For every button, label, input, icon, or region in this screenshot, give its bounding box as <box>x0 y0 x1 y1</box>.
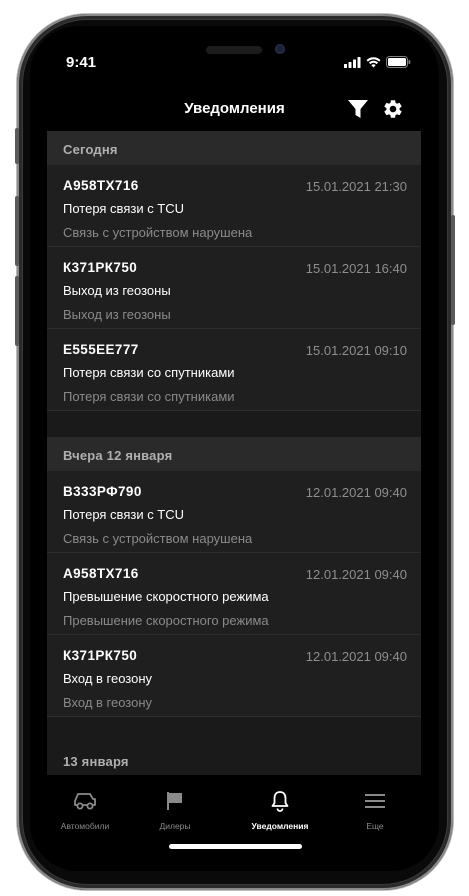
notification-date: 12.01.2021 09:40 <box>305 567 407 582</box>
section-gap <box>47 411 421 437</box>
car-icon <box>74 793 96 810</box>
volume-up-button <box>15 196 19 266</box>
tab-bar: Автомобили Дилеры Уведомления Еще <box>30 775 439 871</box>
tab-more[interactable]: Еще <box>325 789 425 831</box>
section-header: 13 января <box>47 743 421 776</box>
filter-icon <box>348 100 368 118</box>
status-bar: 9:41 <box>30 26 439 86</box>
notification-title: Потеря связи со спутниками <box>63 365 235 380</box>
tab-label: Дилеры <box>159 821 191 831</box>
section-header: Сегодня <box>47 131 421 165</box>
mute-switch <box>15 128 19 164</box>
tab-label: Еще <box>366 821 384 831</box>
notification-item[interactable]: К371РК750 15.01.2021 16:40 Выход из геоз… <box>47 247 421 329</box>
notification-description: Потеря связи со спутниками <box>63 389 235 404</box>
notification-description: Выход из геозоны <box>63 307 171 322</box>
flag-icon <box>167 792 182 810</box>
notification-description: Связь с устройством нарушена <box>63 225 253 240</box>
section-gap <box>47 717 421 743</box>
menu-icon <box>365 794 385 808</box>
front-camera <box>275 44 285 54</box>
status-time: 9:41 <box>66 54 97 71</box>
section-header: Вчера 12 января <box>47 437 421 471</box>
notification-description: Вход в геозону <box>63 695 153 710</box>
notification-date: 15.01.2021 21:30 <box>305 179 407 194</box>
notification-title: Выход из геозоны <box>63 283 171 298</box>
notification-title: Потеря связи с TCU <box>63 507 185 522</box>
notifications-list[interactable]: Сегодня А958ТХ716 15.01.2021 21:30 Потер… <box>47 131 421 776</box>
vehicle-plate: А958ТХ716 <box>63 566 139 581</box>
settings-button[interactable] <box>380 96 406 122</box>
signal-icon <box>344 56 361 68</box>
notification-date: 15.01.2021 16:40 <box>305 261 407 276</box>
notification-item[interactable]: А958ТХ716 12.01.2021 09:40 Превышение ск… <box>47 553 421 635</box>
notification-title: Потеря связи с TCU <box>63 201 185 216</box>
wifi-icon <box>366 56 381 67</box>
home-indicator[interactable] <box>169 844 302 849</box>
page-title: Уведомления <box>184 100 285 117</box>
speaker-grille <box>206 46 262 54</box>
tab-dealers[interactable]: Дилеры <box>125 789 225 831</box>
vehicle-plate: К371РК750 <box>63 648 138 663</box>
notification-item[interactable]: К371РК750 12.01.2021 09:40 Вход в геозон… <box>47 635 421 717</box>
tab-label: Уведомления <box>251 821 309 831</box>
vehicle-plate: А958ТХ716 <box>63 178 139 193</box>
notification-item[interactable]: А958ТХ716 15.01.2021 21:30 Потеря связи … <box>47 165 421 247</box>
notification-title: Вход в геозону <box>63 671 153 686</box>
power-button <box>451 215 455 325</box>
vehicle-plate: В333РФ790 <box>63 484 142 499</box>
notification-description: Связь с устройством нарушена <box>63 531 253 546</box>
screen: 9:41 Уведомления Сегодня А958ТХ716 15.01… <box>30 26 439 871</box>
notification-date: 12.01.2021 09:40 <box>305 649 407 664</box>
notification-description: Превышение скоростного режима <box>63 613 269 628</box>
notification-title: Превышение скоростного режима <box>63 589 269 604</box>
volume-down-button <box>15 276 19 346</box>
notification-date: 12.01.2021 09:40 <box>305 485 407 500</box>
tab-notifications[interactable]: Уведомления <box>230 789 330 831</box>
gear-icon <box>384 100 402 118</box>
bell-icon <box>271 791 289 812</box>
notification-date: 15.01.2021 09:10 <box>305 343 407 358</box>
filter-button[interactable] <box>345 96 371 122</box>
vehicle-plate: Е555ЕЕ777 <box>63 342 139 357</box>
status-icons <box>344 56 411 68</box>
vehicle-plate: К371РК750 <box>63 260 138 275</box>
tab-label: Автомобили <box>60 821 110 831</box>
battery-icon <box>386 56 411 68</box>
notification-item[interactable]: Е555ЕЕ777 15.01.2021 09:10 Потеря связи … <box>47 329 421 411</box>
app-bar: Уведомления <box>30 90 439 130</box>
tab-cars[interactable]: Автомобили <box>35 789 135 831</box>
notification-item[interactable]: В333РФ790 12.01.2021 09:40 Потеря связи … <box>47 471 421 553</box>
